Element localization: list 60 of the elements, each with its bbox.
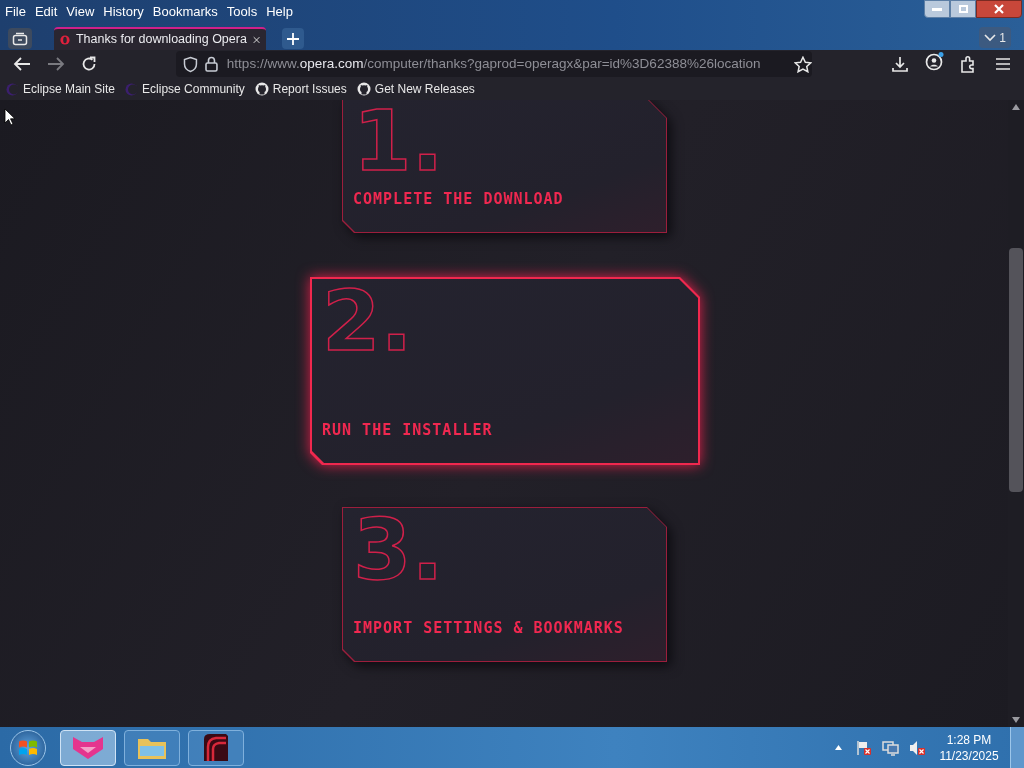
eclipse-logo-icon [6, 82, 19, 96]
start-button[interactable] [10, 729, 46, 766]
bookmark-link[interactable]: Eclipse Community [125, 80, 245, 98]
minimize-button[interactable] [924, 0, 950, 18]
url-text: https://www.opera.com/computer/thanks?gaprod=operagx&par=id%3D62388%26location [226, 54, 762, 73]
clock-time: 1:28 PM [946, 731, 992, 748]
step-label: IMPORT SETTINGS & BOOKMARKS [353, 617, 625, 639]
menu-item[interactable]: Edit [34, 2, 58, 22]
windows-logo-icon [18, 738, 38, 757]
bookmark-link[interactable]: Get New Releases [356, 80, 475, 98]
menu-item[interactable]: Tools [226, 2, 258, 22]
new-tab-button[interactable] [282, 28, 304, 49]
close-tab-icon[interactable] [252, 34, 260, 45]
restore-button[interactable] [950, 0, 976, 18]
chevron-down-icon [984, 33, 997, 42]
github-logo-icon [356, 82, 371, 96]
clock-date: 11/23/2025 [939, 747, 999, 764]
step-label: RUN THE INSTALLER [322, 419, 494, 441]
opera-logo-icon [60, 32, 70, 47]
step-number: 1. [353, 100, 445, 183]
scroll-up-icon[interactable] [1012, 104, 1020, 110]
show-hidden-icons-icon[interactable] [835, 745, 842, 750]
close-button[interactable] [976, 0, 1022, 18]
scroll-down-icon[interactable] [1012, 717, 1020, 723]
menu-icon[interactable] [995, 57, 1011, 71]
tab-list-button[interactable]: 1 [979, 27, 1011, 48]
forward-icon[interactable] [47, 56, 65, 72]
lock-icon [204, 56, 218, 72]
gaming-browser-app-icon [71, 734, 105, 761]
step-number: 2. [322, 279, 414, 363]
clock[interactable]: 1:28 PM 11/23/2025 [938, 731, 1000, 764]
menu-item[interactable]: File [5, 2, 26, 22]
eclipse-logo-icon [125, 82, 139, 96]
taskbar-button[interactable] [188, 729, 244, 766]
account-icon[interactable] [925, 51, 945, 71]
download-icon[interactable] [891, 55, 909, 73]
muted-speaker-icon[interactable] [909, 739, 926, 756]
menu-item[interactable]: Help [266, 2, 293, 22]
back-icon[interactable] [13, 56, 31, 72]
step-label: COMPLETE THE DOWNLOAD [353, 188, 565, 210]
shield-icon[interactable] [183, 55, 198, 73]
step-number: 3. [353, 508, 445, 592]
menu-item[interactable]: History [103, 2, 144, 22]
bookmark-link[interactable]: Eclipse Main Site [6, 80, 116, 98]
tab-overview-button[interactable] [8, 28, 32, 49]
address-bar[interactable]: https://www.opera.com/computer/thanks?gaprod=operagx&par=id%3D62388%26location [176, 51, 812, 77]
menu-item[interactable]: View [66, 2, 95, 22]
bookmark-star-icon[interactable] [794, 55, 812, 73]
close-icon [994, 4, 1004, 14]
app-logo-icon [202, 732, 230, 763]
plus-icon [286, 31, 300, 46]
menu-item[interactable]: Bookmarks [152, 2, 218, 22]
browser-tab[interactable]: Thanks for downloading Opera [54, 27, 266, 50]
network-icon[interactable] [882, 739, 899, 756]
mouse-cursor-icon [4, 108, 15, 126]
flag-icon[interactable] [856, 739, 872, 756]
scrollbar-thumb[interactable] [1009, 248, 1023, 492]
reload-icon[interactable] [81, 56, 97, 72]
github-logo-icon [254, 82, 269, 96]
bookmark-link[interactable]: Report Issues [254, 80, 347, 98]
